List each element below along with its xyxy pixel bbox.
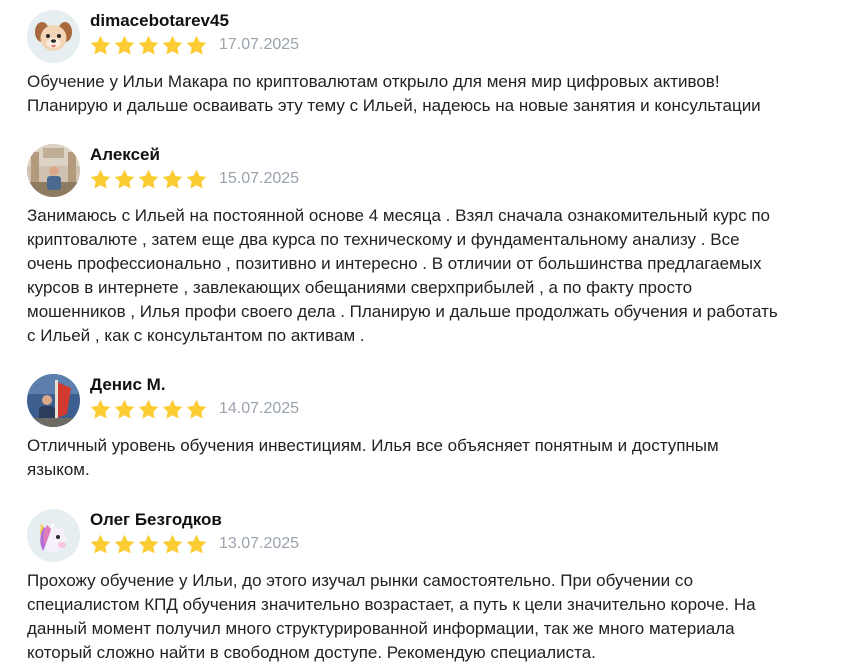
star-icon	[114, 534, 135, 554]
user-photo-avatar-icon	[27, 374, 80, 427]
author-name[interactable]: Олег Безгодков	[90, 510, 222, 530]
review-text: Обучение у Ильи Макара по криптовалютам …	[27, 72, 761, 115]
review-header: dimacebotarev45 17.07.2025	[27, 10, 827, 70]
review-text: Прохожу обучение у Ильи, до этого изучал…	[27, 571, 756, 662]
author-name[interactable]: Денис М.	[90, 375, 166, 395]
review-text: Отличный уровень обучения инвестициям. И…	[27, 436, 719, 479]
author-name[interactable]: dimacebotarev45	[90, 11, 229, 31]
star-icon	[90, 534, 111, 554]
dog-emoji-avatar-icon	[27, 10, 80, 63]
star-rating	[89, 168, 208, 192]
review-date: 15.07.2025	[219, 170, 300, 187]
avatar[interactable]	[27, 10, 80, 63]
user-photo-avatar-icon	[27, 144, 80, 197]
star-icon	[162, 35, 183, 55]
star-icon	[138, 169, 159, 189]
avatar[interactable]	[27, 509, 80, 562]
star-icon	[186, 35, 207, 55]
avatar[interactable]	[27, 144, 80, 197]
review-date: 17.07.2025	[219, 36, 300, 53]
star-rating	[89, 533, 208, 557]
star-icon	[186, 169, 207, 189]
star-icon	[114, 399, 135, 419]
star-icon	[186, 399, 207, 419]
review-card: Алексей 15.07.2025 Занимаюсь с Ильей на …	[27, 144, 827, 348]
unicorn-emoji-avatar-icon	[27, 509, 80, 562]
review-card: Олег Безгодков 13.07.2025 Прохожу обучен…	[27, 509, 827, 665]
star-icon	[90, 399, 111, 419]
review-text: Занимаюсь с Ильей на постоянной основе 4…	[27, 206, 778, 345]
review-header: Олег Безгодков 13.07.2025	[27, 509, 827, 569]
star-rating	[89, 398, 208, 422]
review-header: Алексей 15.07.2025	[27, 144, 827, 204]
star-icon	[186, 534, 207, 554]
star-rating	[89, 34, 208, 58]
star-icon	[162, 534, 183, 554]
star-icon	[162, 399, 183, 419]
star-icon	[114, 169, 135, 189]
star-icon	[138, 534, 159, 554]
star-icon	[114, 35, 135, 55]
star-icon	[90, 35, 111, 55]
review-card: Денис М. 14.07.2025 Отличный уровень обу…	[27, 374, 827, 482]
review-card: dimacebotarev45 17.07.2025 Обучение у Ил…	[27, 10, 827, 118]
avatar[interactable]	[27, 374, 80, 427]
review-date: 14.07.2025	[219, 400, 300, 417]
star-icon	[138, 399, 159, 419]
star-icon	[162, 169, 183, 189]
star-icon	[90, 169, 111, 189]
review-header: Денис М. 14.07.2025	[27, 374, 827, 434]
star-icon	[138, 35, 159, 55]
review-date: 13.07.2025	[219, 535, 300, 552]
author-name[interactable]: Алексей	[90, 145, 160, 165]
reviews-list: dimacebotarev45 17.07.2025 Обучение у Ил…	[0, 0, 845, 671]
